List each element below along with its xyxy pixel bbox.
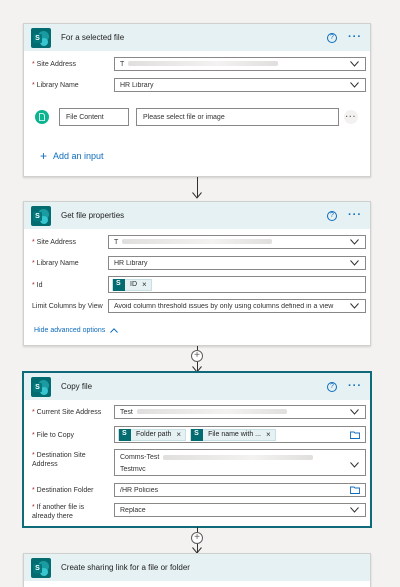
id-input[interactable]: ID×: [108, 276, 366, 293]
library-name-label: * Library Name: [32, 260, 79, 267]
limit-columns-dropdown[interactable]: Avoid column threshold issues by only us…: [108, 299, 366, 313]
if-file-exists-dropdown[interactable]: Replace: [114, 503, 366, 517]
create-sharing-link-header[interactable]: S Create sharing link for a file or fold…: [24, 554, 370, 581]
id-token[interactable]: ID×: [112, 278, 152, 291]
destination-site-label: * Destination Site Address: [32, 452, 86, 468]
chevron-down-icon: [350, 239, 359, 245]
chevron-down-icon: [350, 409, 359, 415]
card-title: For a selected file: [61, 33, 125, 42]
destination-site-dropdown[interactable]: Comms-Test Testmvc: [114, 449, 366, 476]
trigger-card: S For a selected file ? ··· * Site Addre…: [23, 23, 371, 177]
close-icon[interactable]: ×: [266, 430, 271, 439]
sharepoint-icon: S: [31, 205, 51, 226]
folder-path-token[interactable]: Folder path×: [118, 428, 187, 441]
site-address-dropdown[interactable]: T: [114, 57, 366, 71]
arrow-down-icon: [192, 192, 202, 199]
insert-step-button[interactable]: +: [191, 532, 203, 544]
close-icon[interactable]: ×: [142, 280, 147, 289]
chevron-down-icon: [350, 82, 359, 88]
copy-file-header[interactable]: S Copy file ? ···: [24, 373, 370, 400]
file-icon: [35, 110, 49, 124]
help-icon[interactable]: ?: [327, 381, 337, 392]
library-name-dropdown[interactable]: HR Library: [114, 78, 366, 92]
limit-columns-label: Limit Columns by View: [32, 303, 103, 310]
plus-icon: +: [40, 149, 48, 163]
card-title: Get file properties: [61, 211, 125, 220]
folder-icon[interactable]: [350, 486, 360, 494]
trigger-card-header[interactable]: S For a selected file ? ···: [24, 24, 370, 51]
file-content-description-input[interactable]: Please select file or image: [136, 108, 339, 126]
redacted-text: [136, 409, 287, 415]
chevron-up-icon: [110, 328, 119, 333]
chevron-down-icon: [350, 507, 359, 513]
card-title: Create sharing link for a file or folder: [61, 563, 190, 572]
close-icon[interactable]: ×: [176, 430, 181, 439]
folder-icon[interactable]: [350, 431, 360, 439]
get-file-properties-header[interactable]: S Get file properties ? ···: [24, 202, 370, 229]
input-more-options-icon[interactable]: ···: [344, 110, 358, 124]
redacted-text: [128, 61, 279, 67]
destination-folder-input[interactable]: /HR Policies: [114, 483, 366, 497]
id-label: * Id: [32, 282, 43, 289]
sharepoint-icon: [191, 428, 204, 441]
sharepoint-icon: [119, 428, 131, 441]
file-name-token[interactable]: File name with ...×: [190, 428, 276, 441]
get-file-properties-card: S Get file properties ? ··· * Site Addre…: [23, 201, 371, 346]
create-sharing-link-card: S Create sharing link for a file or fold…: [23, 553, 371, 587]
file-content-input[interactable]: File Content: [59, 108, 129, 126]
site-address-label: * Site Address: [32, 239, 76, 246]
chevron-down-icon: [350, 260, 359, 266]
current-site-label: * Current Site Address: [32, 409, 102, 416]
help-icon[interactable]: ?: [327, 210, 337, 221]
file-content-row: File Content Please select file or image…: [24, 108, 370, 126]
insert-step-button[interactable]: +: [191, 350, 203, 362]
library-name-dropdown[interactable]: HR Library: [108, 256, 366, 270]
sharepoint-icon: S: [31, 376, 51, 397]
current-site-dropdown[interactable]: Test: [114, 405, 366, 419]
chevron-down-icon: [350, 462, 359, 468]
add-input-button[interactable]: + Add an input: [40, 150, 104, 162]
hide-advanced-options-link[interactable]: Hide advanced options: [34, 327, 119, 334]
help-icon[interactable]: ?: [327, 32, 337, 43]
file-to-copy-input[interactable]: Folder path× File name with ...×: [114, 426, 366, 443]
redacted-text: [122, 239, 273, 245]
site-address-label: * Site Address: [32, 61, 76, 68]
chevron-down-icon: [350, 303, 359, 309]
more-options-icon[interactable]: ···: [348, 32, 362, 43]
chevron-down-icon: [350, 61, 359, 67]
sharepoint-icon: S: [31, 27, 51, 48]
more-options-icon[interactable]: ···: [348, 210, 362, 221]
library-name-label: * Library Name: [32, 82, 79, 89]
site-address-dropdown[interactable]: T: [108, 235, 366, 249]
file-to-copy-label: * File to Copy: [32, 432, 75, 439]
sharepoint-icon: [113, 278, 125, 291]
destination-folder-label: * Destination Folder: [32, 487, 94, 494]
more-options-icon[interactable]: ···: [348, 381, 362, 392]
if-file-exists-label: * If another file is already there: [32, 504, 85, 520]
sharepoint-icon: S: [31, 557, 51, 578]
redacted-text: [163, 454, 314, 460]
card-title: Copy file: [61, 382, 93, 391]
copy-file-card: S Copy file ? ··· * Current Site Address…: [23, 372, 371, 527]
